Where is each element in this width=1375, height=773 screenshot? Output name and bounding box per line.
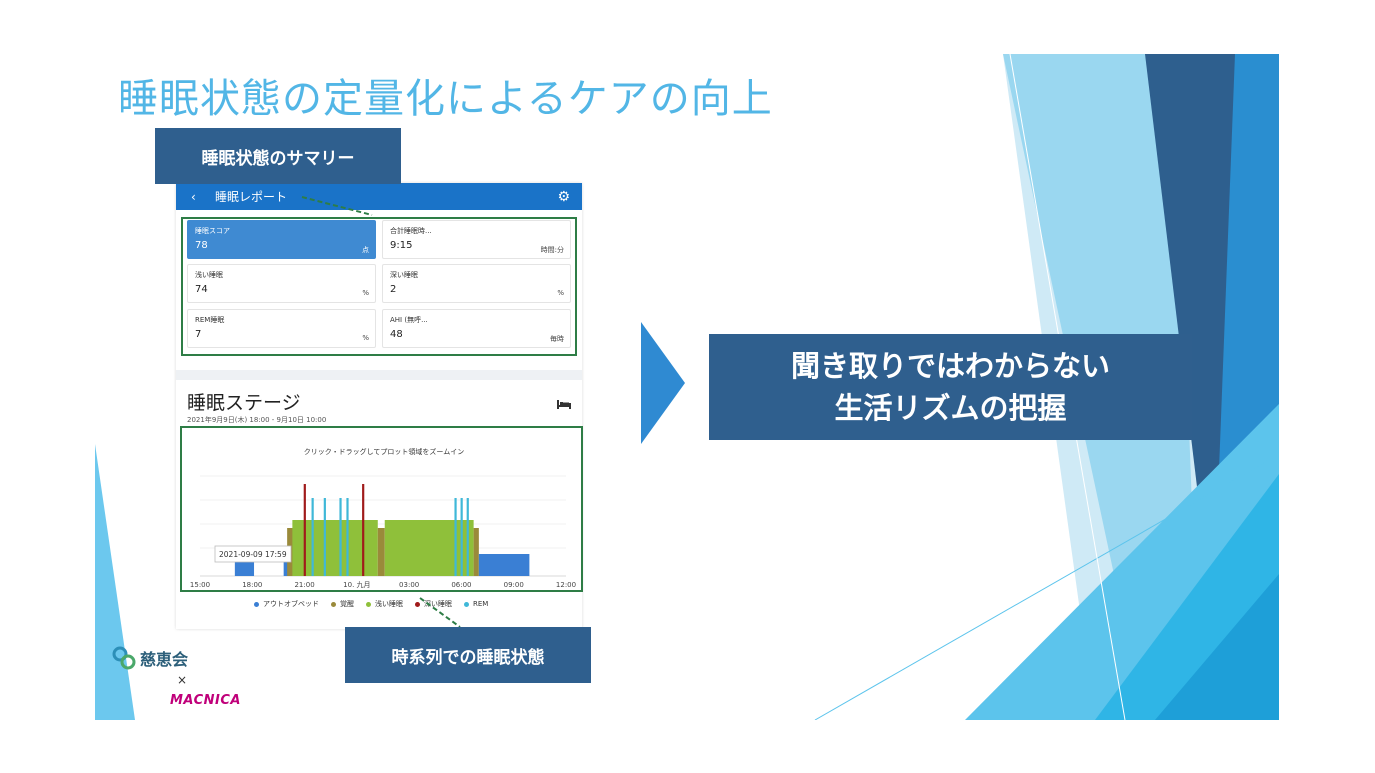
sleep-stage-title: 睡眠ステージ <box>187 392 301 414</box>
app-title: 睡眠レポート <box>215 190 288 204</box>
legend-item-out-of-bed[interactable]: アウトオブベッド <box>254 599 319 609</box>
legend-label: REM <box>473 600 489 608</box>
slide-title: 睡眠状態の定量化によるケアの向上 <box>118 76 773 122</box>
gear-icon[interactable]: ⚙ <box>557 189 570 205</box>
legend-dot <box>366 601 371 607</box>
timeseries-highlight-frame <box>180 426 583 592</box>
bed-icon[interactable] <box>557 399 571 409</box>
macnica-logo: MACNICA <box>170 693 241 708</box>
callout-main-message: 聞き取りではわからない 生活リズムの把握 <box>709 334 1192 440</box>
legend-dot <box>254 601 259 607</box>
legend-label: アウトオブベッド <box>263 600 319 608</box>
legend-dot <box>331 601 336 607</box>
right-arrow-icon <box>641 322 685 444</box>
chart-legend: アウトオブベッド 覚醒 浅い睡眠 深い睡眠 REM <box>254 599 488 609</box>
legend-label: 覚醒 <box>340 600 354 608</box>
sleep-stage-date-range: 2021年9月9日(木) 18:00 - 9月10日 10:00 <box>187 416 327 424</box>
legend-dot <box>464 601 469 607</box>
summary-highlight-frame <box>181 217 577 356</box>
app-header: ‹ 睡眠レポート ⚙ <box>176 183 582 210</box>
back-icon[interactable]: ‹ <box>191 190 211 204</box>
legend-item-light[interactable]: 浅い睡眠 <box>366 599 403 609</box>
legend-label: 浅い睡眠 <box>375 600 403 608</box>
jikeikai-mark-icon <box>112 646 136 670</box>
callout-main-line1: 聞き取りではわからない <box>790 348 1110 383</box>
legend-label: 深い睡眠 <box>424 600 452 608</box>
callout-timeseries: 時系列での睡眠状態 <box>345 627 591 683</box>
legend-dot <box>415 601 420 607</box>
legend-item-deep[interactable]: 深い睡眠 <box>415 599 452 609</box>
legend-item-rem[interactable]: REM <box>464 599 488 609</box>
section-divider <box>176 370 582 380</box>
jikeikai-logo: 慈恵会 <box>112 646 188 670</box>
legend-item-awake[interactable]: 覚醒 <box>331 599 354 609</box>
callout-main-line2: 生活リズムの把握 <box>834 391 1067 425</box>
jikeikai-logo-text: 慈恵会 <box>140 650 189 669</box>
callout-summary: 睡眠状態のサマリー <box>155 128 401 184</box>
collaboration-times: × <box>177 673 188 687</box>
